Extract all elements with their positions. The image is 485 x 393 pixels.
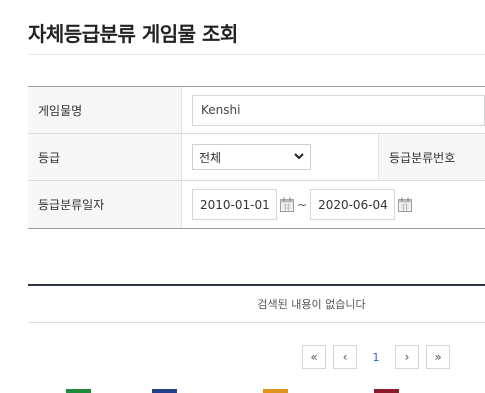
pagination: « ‹ 1 › » <box>302 345 450 369</box>
date-range-separator: ~ <box>297 197 308 212</box>
rating-badge-orange <box>263 389 288 393</box>
calendar-icon[interactable] <box>280 197 294 212</box>
search-form: 게임물명 등급 전체 등급분류번호 등급분류일자 <box>28 86 485 229</box>
game-name-label: 게임물명 <box>28 87 182 133</box>
next-page-button[interactable]: › <box>395 345 419 369</box>
rating-select[interactable]: 전체 <box>192 144 311 170</box>
rating-select-value: 전체 <box>199 150 222 165</box>
rating-label: 등급 <box>28 134 182 180</box>
row-rating: 등급 전체 등급분류번호 <box>28 134 485 181</box>
calendar-icon[interactable] <box>398 197 413 212</box>
rating-number-label: 등급분류번호 <box>378 134 485 180</box>
rating-date-cell: 2010-01-01 ~ 2020-06-04 <box>182 181 485 228</box>
rating-badge-green <box>66 389 91 393</box>
rating-badge-red <box>374 389 399 393</box>
title-divider <box>28 54 485 55</box>
row-game-name: 게임물명 <box>28 87 485 134</box>
last-page-button[interactable]: » <box>426 345 450 369</box>
game-name-input[interactable] <box>192 94 485 126</box>
page: 자체등급분류 게임물 조회 게임물명 등급 전체 등급분류번호 <box>0 0 485 393</box>
chevron-down-icon <box>294 152 304 163</box>
rating-cell: 전체 등급분류번호 <box>182 134 485 180</box>
current-page-number[interactable]: 1 <box>364 345 388 369</box>
page-title: 자체등급분류 게임물 조회 <box>28 22 238 46</box>
date-from-input[interactable]: 2010-01-01 <box>192 189 277 220</box>
row-rating-date: 등급분류일자 2010-01-01 ~ 2020-06-04 <box>28 181 485 228</box>
date-to-input[interactable]: 2020-06-04 <box>310 189 396 220</box>
rating-badge-blue <box>152 389 177 393</box>
empty-results-message: 검색된 내용이 없습니다 <box>28 286 485 323</box>
game-name-cell <box>182 87 485 133</box>
first-page-button[interactable]: « <box>302 345 326 369</box>
prev-page-button[interactable]: ‹ <box>333 345 357 369</box>
rating-date-label: 등급분류일자 <box>28 181 182 228</box>
